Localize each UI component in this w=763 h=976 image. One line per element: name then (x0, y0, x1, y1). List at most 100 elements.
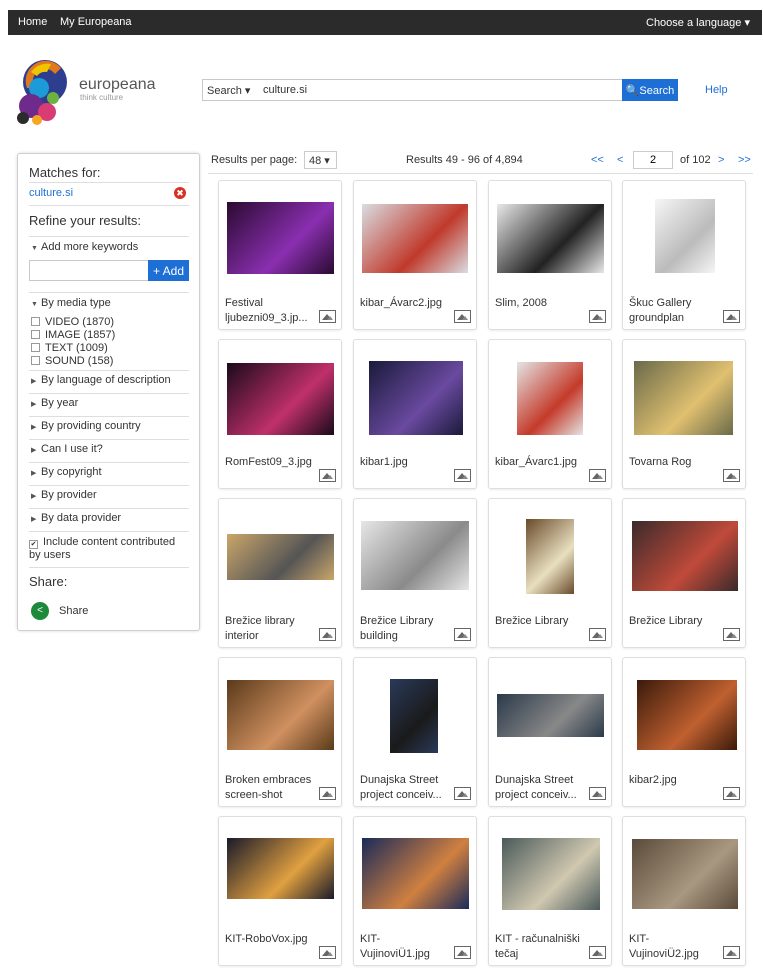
result-thumbnail[interactable] (362, 204, 468, 273)
result-card[interactable]: Festival ljubezni09_3.jp... (218, 180, 342, 330)
media-type-option[interactable]: IMAGE (1857) (31, 329, 115, 341)
result-thumbnail[interactable] (632, 839, 738, 909)
remove-query-icon[interactable]: ✖ (174, 187, 186, 199)
facet-language[interactable]: ▶ By language of description (31, 374, 171, 386)
result-card[interactable]: KIT-VujinoviÜ1.jpg (353, 816, 477, 966)
facet-media-type[interactable]: ▼ By media type (31, 297, 111, 309)
result-thumbnail[interactable] (655, 199, 715, 273)
result-card[interactable]: KIT - računalniški tečaj (488, 816, 612, 966)
result-title[interactable]: Brežice Library building (360, 614, 450, 644)
facet-data-provider[interactable]: ▶ By data provider (31, 512, 121, 524)
checkbox[interactable] (29, 540, 38, 549)
prev-page-link[interactable]: < (617, 154, 623, 166)
result-title[interactable]: Dunajska Street project conceiv... (495, 773, 585, 803)
result-thumbnail[interactable] (632, 521, 738, 591)
result-card[interactable]: Slim, 2008 (488, 180, 612, 330)
result-card[interactable]: Škuc Gallery groundplan (622, 180, 746, 330)
facet-add-keywords[interactable]: ▼ Add more keywords (31, 241, 138, 253)
result-thumbnail[interactable] (502, 838, 600, 910)
result-card[interactable]: Brežice Library (488, 498, 612, 648)
result-title[interactable]: Škuc Gallery groundplan (629, 296, 719, 326)
result-card[interactable]: Dunajska Street project conceiv... (353, 657, 477, 807)
result-card[interactable]: kibar2.jpg (622, 657, 746, 807)
result-thumbnail[interactable] (497, 204, 604, 273)
checkbox[interactable] (31, 330, 40, 339)
media-type-option[interactable]: TEXT (1009) (31, 342, 108, 354)
result-thumbnail[interactable] (637, 680, 737, 750)
result-title[interactable]: Brežice Library (629, 614, 719, 629)
search-input[interactable] (263, 81, 623, 99)
query-link[interactable]: culture.si (29, 187, 73, 199)
result-title[interactable]: KIT - računalniški tečaj (495, 932, 585, 962)
result-thumbnail[interactable] (227, 838, 334, 899)
result-card[interactable]: Brežice Library (622, 498, 746, 648)
result-thumbnail[interactable] (361, 521, 469, 590)
result-card[interactable]: Tovarna Rog (622, 339, 746, 489)
result-title[interactable]: kibar_Ávarc1.jpg (495, 455, 585, 470)
result-title[interactable]: Brežice library interior (225, 614, 315, 644)
result-card[interactable]: Brežice library interior (218, 498, 342, 648)
result-card[interactable]: Dunajska Street project conceiv... (488, 657, 612, 807)
last-page-link[interactable]: >> (738, 154, 751, 166)
result-thumbnail[interactable] (526, 519, 574, 594)
result-title[interactable]: Brežice Library (495, 614, 585, 629)
result-card[interactable]: KIT-VujinoviÜ2.jpg (622, 816, 746, 966)
result-card[interactable]: kibar_Ávarc2.jpg (353, 180, 477, 330)
result-thumbnail[interactable] (634, 361, 733, 435)
search-scope-select[interactable]: Search ▾ (207, 84, 250, 97)
result-title[interactable]: kibar1.jpg (360, 455, 450, 470)
result-thumbnail[interactable] (227, 363, 334, 435)
result-title[interactable]: kibar_Ávarc2.jpg (360, 296, 450, 311)
checkbox[interactable] (31, 343, 40, 352)
first-page-link[interactable]: << (591, 154, 604, 166)
result-card[interactable]: KIT-RoboVox.jpg (218, 816, 342, 966)
share-icon[interactable]: < (31, 602, 49, 620)
result-title[interactable]: RomFest09_3.jpg (225, 455, 315, 470)
result-card[interactable]: kibar1.jpg (353, 339, 477, 489)
result-title[interactable]: Festival ljubezni09_3.jp... (225, 296, 315, 326)
help-link[interactable]: Help (705, 84, 728, 96)
result-thumbnail[interactable] (227, 534, 334, 580)
checkbox[interactable] (31, 356, 40, 365)
result-title[interactable]: KIT-RoboVox.jpg (225, 932, 315, 947)
share-link[interactable]: Share (59, 605, 88, 617)
page-number-input[interactable] (633, 151, 673, 169)
facet-country[interactable]: ▶ By providing country (31, 420, 141, 432)
facet-copyright[interactable]: ▶ By copyright (31, 466, 102, 478)
result-title[interactable]: kibar2.jpg (629, 773, 719, 788)
result-thumbnail[interactable] (227, 202, 334, 274)
media-type-option[interactable]: SOUND (158) (31, 355, 113, 367)
result-thumbnail[interactable] (369, 361, 463, 435)
image-type-icon (454, 628, 471, 641)
facet-label: Can I use it? (41, 443, 103, 455)
nav-my-europeana-link[interactable]: My Europeana (60, 16, 132, 28)
media-type-option[interactable]: VIDEO (1870) (31, 316, 114, 328)
result-thumbnail[interactable] (362, 838, 469, 909)
result-thumbnail[interactable] (497, 694, 604, 737)
facet-provider[interactable]: ▶ By provider (31, 489, 97, 501)
result-card[interactable]: Brežice Library building (353, 498, 477, 648)
result-title[interactable]: KIT-VujinoviÜ1.jpg (360, 932, 450, 962)
language-selector[interactable]: Choose a language ▾ (646, 16, 750, 29)
result-thumbnail[interactable] (227, 680, 334, 750)
nav-home-link[interactable]: Home (18, 16, 47, 28)
keyword-input[interactable] (29, 260, 149, 281)
checkbox[interactable] (31, 317, 40, 326)
results-per-page-select[interactable]: 48 ▾ (304, 151, 337, 169)
search-button[interactable]: 🔍Search (622, 79, 678, 101)
add-keyword-button[interactable]: + Add (148, 260, 189, 281)
ugc-option[interactable]: Include content contributed by users (29, 536, 189, 562)
result-title[interactable]: Dunajska Street project conceiv... (360, 773, 450, 803)
next-page-link[interactable]: > (718, 154, 724, 166)
result-title[interactable]: KIT-VujinoviÜ2.jpg (629, 932, 719, 962)
result-thumbnail[interactable] (517, 362, 583, 435)
facet-year[interactable]: ▶ By year (31, 397, 78, 409)
result-title[interactable]: Broken embraces screen-shot (225, 773, 315, 803)
result-title[interactable]: Slim, 2008 (495, 296, 585, 311)
result-card[interactable]: Broken embraces screen-shot (218, 657, 342, 807)
result-thumbnail[interactable] (390, 679, 438, 753)
facet-can-i-use[interactable]: ▶ Can I use it? (31, 443, 103, 455)
result-card[interactable]: RomFest09_3.jpg (218, 339, 342, 489)
result-title[interactable]: Tovarna Rog (629, 455, 719, 470)
result-card[interactable]: kibar_Ávarc1.jpg (488, 339, 612, 489)
